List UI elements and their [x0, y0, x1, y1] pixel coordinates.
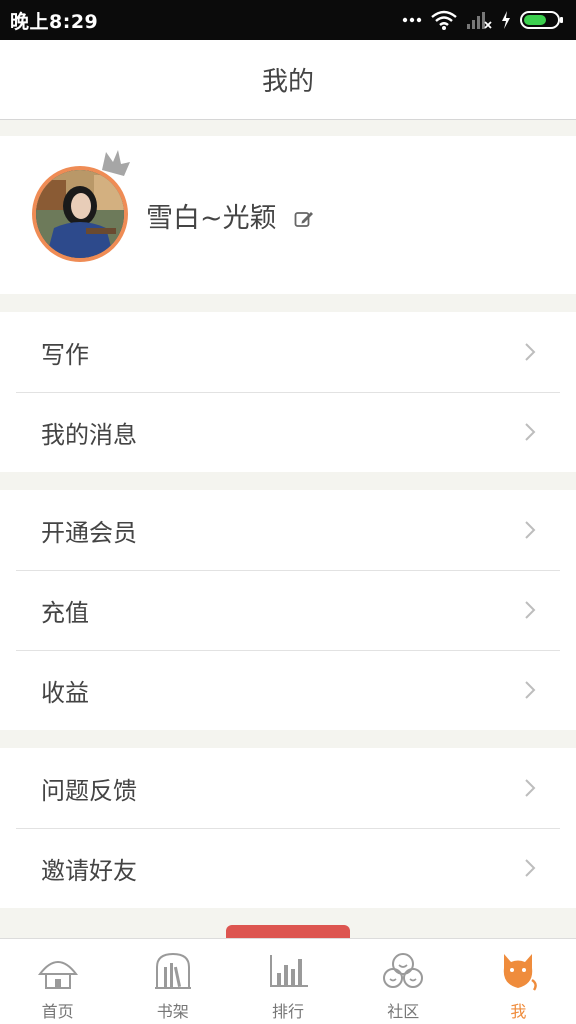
- chevron-right-icon: [524, 422, 536, 446]
- tab-home[interactable]: 首页: [0, 939, 115, 1024]
- menu-item-my-messages[interactable]: 我的消息: [0, 392, 576, 472]
- chevron-right-icon: [524, 680, 536, 704]
- wifi-icon: [431, 10, 457, 30]
- chevron-right-icon: [524, 520, 536, 544]
- page-title: 我的: [261, 67, 314, 97]
- tab-label: 书架: [156, 1002, 189, 1021]
- menu-item-recharge[interactable]: 充值: [0, 570, 576, 650]
- crown-icon: [100, 148, 132, 182]
- tab-label: 社区: [387, 1002, 420, 1021]
- menu-item-writing[interactable]: 写作: [0, 312, 576, 392]
- menu-item-label: 邀请好友: [41, 856, 137, 885]
- page-header: 我的: [0, 40, 576, 120]
- bottom-tab-bar: 首页 书架 排行 社区 我: [0, 938, 576, 1024]
- me-icon: [495, 949, 541, 993]
- tab-community[interactable]: 社区: [346, 939, 461, 1024]
- menu-group-content: 写作 我的消息: [0, 312, 576, 472]
- status-icons: [402, 10, 564, 30]
- bookshelf-icon: [150, 949, 196, 993]
- charging-icon: [501, 11, 511, 29]
- status-time: 晚上8:29: [10, 10, 99, 33]
- home-icon: [35, 949, 81, 993]
- menu-item-label: 收益: [41, 678, 89, 707]
- more-dots-icon: [402, 17, 422, 23]
- profile-card[interactable]: 雪白~光颖: [0, 136, 576, 294]
- menu-item-earnings[interactable]: 收益: [0, 650, 576, 730]
- chevron-right-icon: [524, 778, 536, 802]
- menu-item-feedback[interactable]: 问题反馈: [0, 748, 576, 828]
- tab-bookshelf[interactable]: 书架: [115, 939, 230, 1024]
- battery-icon: [520, 10, 564, 30]
- ranking-icon: [265, 949, 311, 993]
- tab-label: 我: [510, 1002, 527, 1021]
- menu-item-membership[interactable]: 开通会员: [0, 490, 576, 570]
- community-icon: [380, 949, 426, 993]
- menu-item-label: 开通会员: [41, 518, 137, 547]
- menu-item-label: 我的消息: [41, 420, 137, 449]
- menu-item-label: 写作: [41, 340, 89, 369]
- menu-group-support: 问题反馈 邀请好友: [0, 748, 576, 908]
- menu-item-invite-friends[interactable]: 邀请好友: [0, 828, 576, 908]
- tab-me[interactable]: 我: [461, 939, 576, 1024]
- chevron-right-icon: [524, 858, 536, 882]
- menu-group-account: 开通会员 充值 收益: [0, 490, 576, 730]
- chevron-right-icon: [524, 342, 536, 366]
- tab-ranking[interactable]: 排行: [230, 939, 345, 1024]
- tab-label: 首页: [41, 1002, 74, 1021]
- tab-label: 排行: [272, 1002, 305, 1021]
- menu-item-label: 问题反馈: [41, 776, 137, 805]
- username: 雪白~光颖: [146, 203, 277, 234]
- menu-item-label: 充值: [41, 598, 89, 627]
- chevron-right-icon: [524, 600, 536, 624]
- signal-icon: [466, 10, 492, 30]
- edit-icon[interactable]: [294, 209, 314, 233]
- avatar-wrapper[interactable]: [32, 150, 130, 262]
- status-bar: 晚上8:29: [0, 0, 576, 40]
